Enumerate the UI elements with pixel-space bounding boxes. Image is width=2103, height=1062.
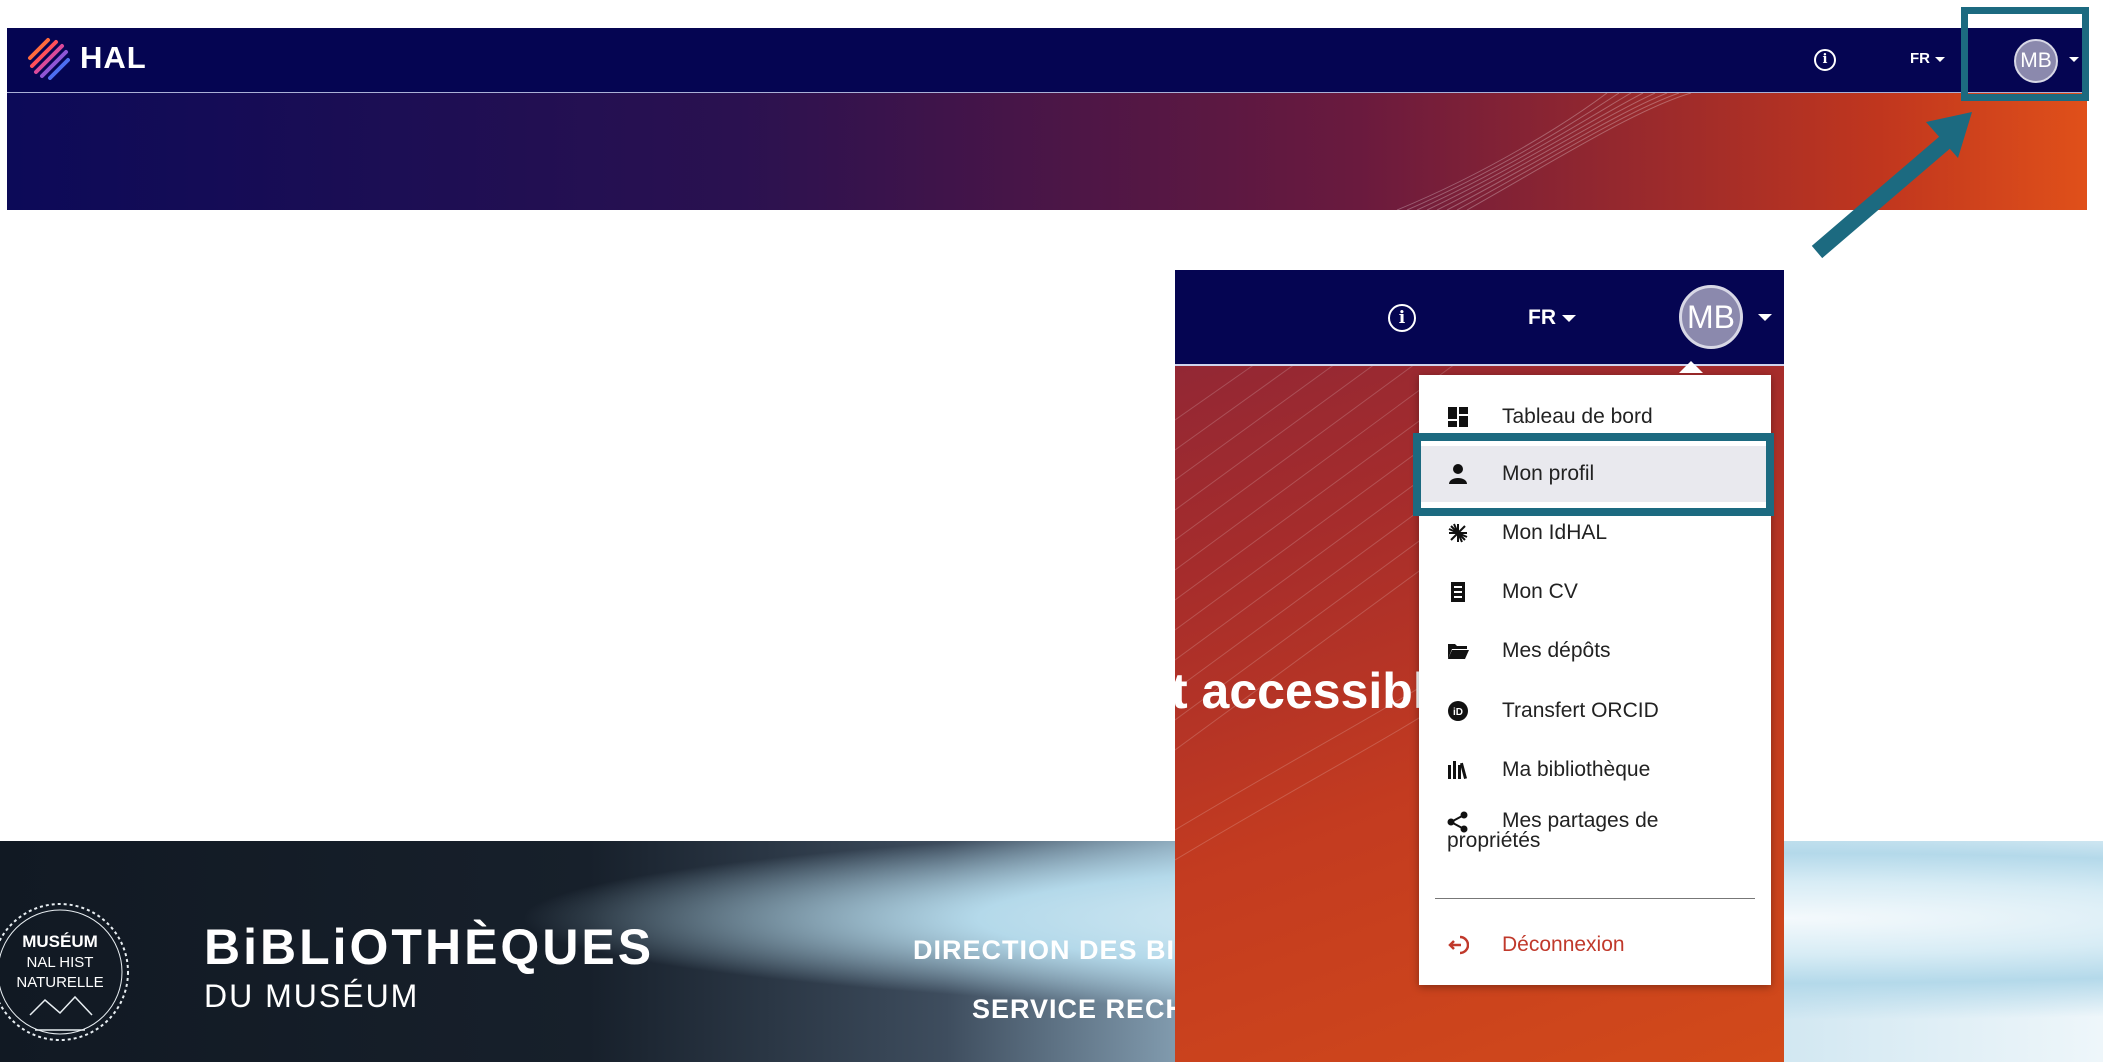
seal-line-1: MUSÉUM	[22, 932, 98, 951]
menu-item-mes-depots[interactable]: Mes dépôts	[1419, 623, 1771, 679]
seal-line-3: NATURELLE	[16, 974, 103, 991]
menu-item-mon-cv[interactable]: Mon CV	[1419, 564, 1771, 620]
callout-arrow	[1811, 112, 1972, 259]
service-text: SERVICE RECH	[972, 994, 1187, 1024]
folder-icon	[1448, 644, 1469, 659]
language-label: FR	[1528, 306, 1556, 329]
svg-text:iD: iD	[1453, 707, 1463, 718]
dashboard-icon	[1448, 407, 1468, 427]
seal-line-2: NAL HIST	[27, 954, 94, 971]
chevron-down-icon[interactable]	[1758, 314, 1772, 321]
language-selector[interactable]: FR	[1528, 306, 1576, 330]
menu-item-deconnexion[interactable]: Déconnexion	[1419, 917, 1771, 973]
menu-item-transfert-orcid[interactable]: iD Transfert ORCID	[1419, 683, 1771, 739]
menu-item-label: Mes partages de propriétés	[1447, 809, 1659, 852]
menu-item-label: Ma bibliothèque	[1502, 758, 1651, 781]
menu-item-label: Transfert ORCID	[1502, 699, 1659, 722]
menu-divider	[1435, 898, 1755, 899]
cv-icon	[1451, 582, 1465, 602]
dropdown-pointer	[1679, 361, 1703, 373]
menu-item-label: Tableau de bord	[1502, 405, 1653, 428]
menu-item-ma-bibliotheque[interactable]: Ma bibliothèque	[1419, 742, 1771, 798]
zoomed-menu-panel: i FR MB t accessibl Tableau de bord Mon …	[1175, 270, 1784, 1062]
menu-item-label: Mon CV	[1502, 580, 1578, 603]
orcid-icon: iD	[1448, 701, 1468, 721]
library-subtitle: DU MUSÉUM	[204, 978, 420, 1014]
menu-item-mes-partages[interactable]: Mes partages de propriétés	[1419, 801, 1771, 861]
library-icon	[1448, 761, 1468, 779]
direction-text: DIRECTION DES BI	[913, 935, 1176, 965]
library-title: BiBLiOTHÈQUES	[204, 919, 655, 975]
info-icon[interactable]: i	[1388, 304, 1416, 332]
menu-item-label: Déconnexion	[1502, 933, 1625, 956]
profile-highlight-box	[1413, 433, 1774, 516]
logout-icon	[1448, 935, 1469, 955]
menu-item-label: Mes dépôts	[1502, 639, 1611, 662]
idhal-icon	[1448, 523, 1468, 543]
chevron-down-icon	[1562, 314, 1576, 322]
hero-text-fragment: t accessibl	[1175, 663, 1427, 719]
museum-seal-logo: MUSÉUM NAL HIST NATURELLE	[0, 903, 129, 1041]
menu-item-label: Mon IdHAL	[1502, 521, 1608, 544]
user-avatar[interactable]: MB	[1679, 285, 1743, 349]
